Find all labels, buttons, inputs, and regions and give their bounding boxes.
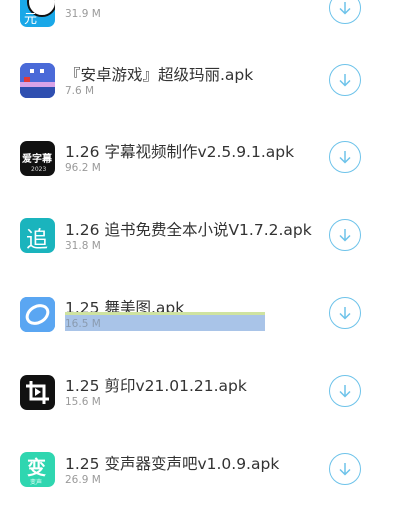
file-row[interactable]: 追 1.26 追书免费全本小说V1.7.2.apk 31.8 M	[0, 216, 400, 294]
file-row[interactable]: 爱字幕 2023 1.26 字幕视频制作v2.5.9.1.apk 96.2 M	[0, 137, 400, 215]
file-row[interactable]: 元 31.9 M	[0, 0, 400, 28]
download-button[interactable]	[329, 453, 361, 485]
file-name: 1.26 字幕视频制作v2.5.9.1.apk	[65, 143, 295, 161]
file-size: 15.6 M	[65, 396, 101, 408]
icon-sublabel: 变声	[30, 479, 43, 486]
icon-label: 追	[26, 228, 49, 253]
file-size: 7.6 M	[65, 85, 95, 97]
download-button[interactable]	[329, 219, 361, 251]
download-button[interactable]	[329, 141, 361, 173]
file-name: 1.25 变声器变声吧v1.0.9.apk	[65, 455, 280, 473]
file-name: 1.25 剪印v21.01.21.apk	[65, 377, 247, 395]
file-row[interactable]: 变 变声 1.25 变声器变声吧v1.0.9.apk 26.9 M	[0, 452, 400, 530]
download-button[interactable]	[329, 297, 361, 329]
icon-label: 爱字幕	[22, 154, 52, 165]
file-row[interactable]: 『安卓游戏』超级玛丽.apk 7.6 M	[0, 58, 400, 136]
icon-sublabel: 2023	[31, 166, 47, 173]
voice-changer-app-icon: 变 变声	[20, 452, 55, 487]
photo-app-icon	[20, 297, 55, 332]
icon-label: 变	[27, 457, 47, 479]
download-button[interactable]	[329, 64, 361, 96]
file-size: 96.2 M	[65, 162, 101, 174]
download-arrow-icon	[339, 463, 351, 476]
super-mario-game-icon	[20, 63, 55, 98]
file-name: 『安卓游戏』超级玛丽.apk	[65, 66, 254, 84]
subtitle-video-app-icon: 爱字幕 2023	[20, 141, 55, 176]
download-arrow-icon	[339, 2, 351, 15]
file-name: 1.26 追书免费全本小说V1.7.2.apk	[65, 221, 312, 239]
download-arrow-icon	[339, 74, 351, 87]
file-row[interactable]: 1.25 舞美图.apk 16.5 M	[0, 295, 400, 373]
download-arrow-icon	[339, 229, 351, 242]
file-size: 31.9 M	[65, 8, 101, 20]
download-button[interactable]	[329, 375, 361, 407]
crop-video-app-icon	[20, 375, 55, 410]
novel-reader-app-icon: 追	[20, 218, 55, 253]
download-arrow-icon	[339, 385, 351, 398]
file-size: 31.8 M	[65, 240, 101, 252]
partial-app-icon: 元	[20, 0, 55, 27]
download-arrow-icon	[339, 151, 351, 164]
download-button[interactable]	[329, 0, 361, 24]
download-arrow-icon	[339, 307, 351, 320]
file-size: 26.9 M	[65, 474, 101, 486]
file-row[interactable]: 1.25 剪印v21.01.21.apk 15.6 M	[0, 373, 400, 451]
svg-text:元: 元	[24, 12, 37, 27]
file-size: 16.5 M	[65, 318, 101, 330]
